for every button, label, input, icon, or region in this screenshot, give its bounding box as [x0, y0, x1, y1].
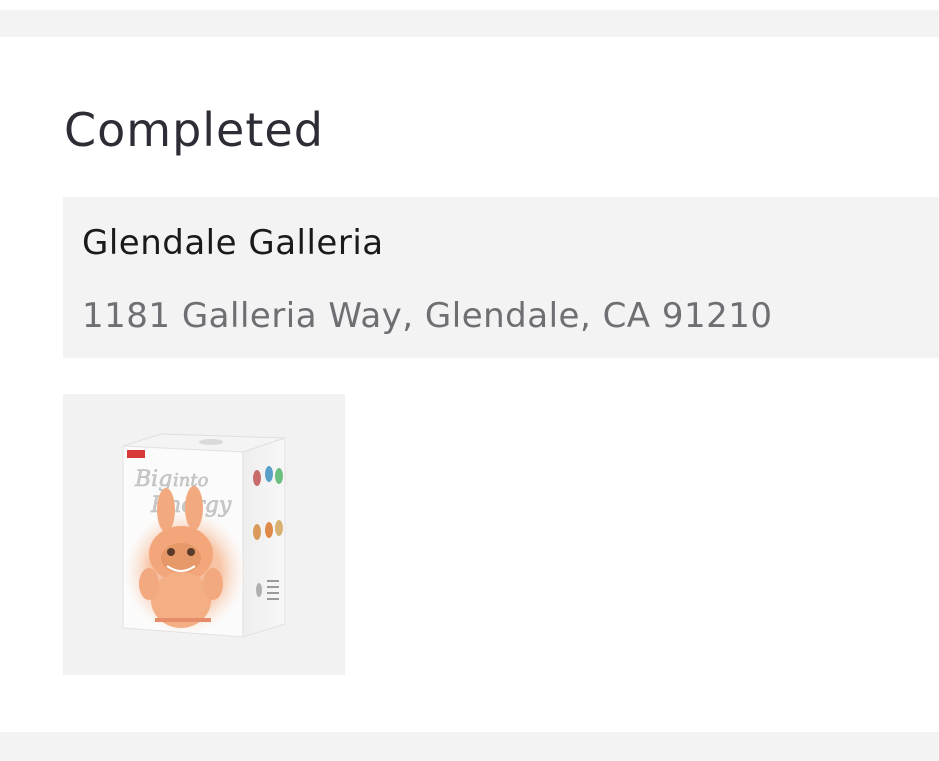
status-section-title: Completed — [64, 103, 324, 157]
store-name: Glendale Galleria — [82, 223, 384, 263]
brand-tag-icon — [127, 450, 145, 458]
product-box-image: Big into Energy — [122, 433, 286, 638]
store-location-card[interactable]: Glendale Galleria 1181 Galleria Way, Gle… — [63, 197, 939, 358]
top-divider-band — [0, 10, 939, 37]
product-thumbnail[interactable]: Big into Energy — [63, 394, 345, 675]
bottom-divider-band — [0, 732, 939, 761]
store-address: 1181 Galleria Way, Glendale, CA 91210 — [82, 296, 773, 336]
